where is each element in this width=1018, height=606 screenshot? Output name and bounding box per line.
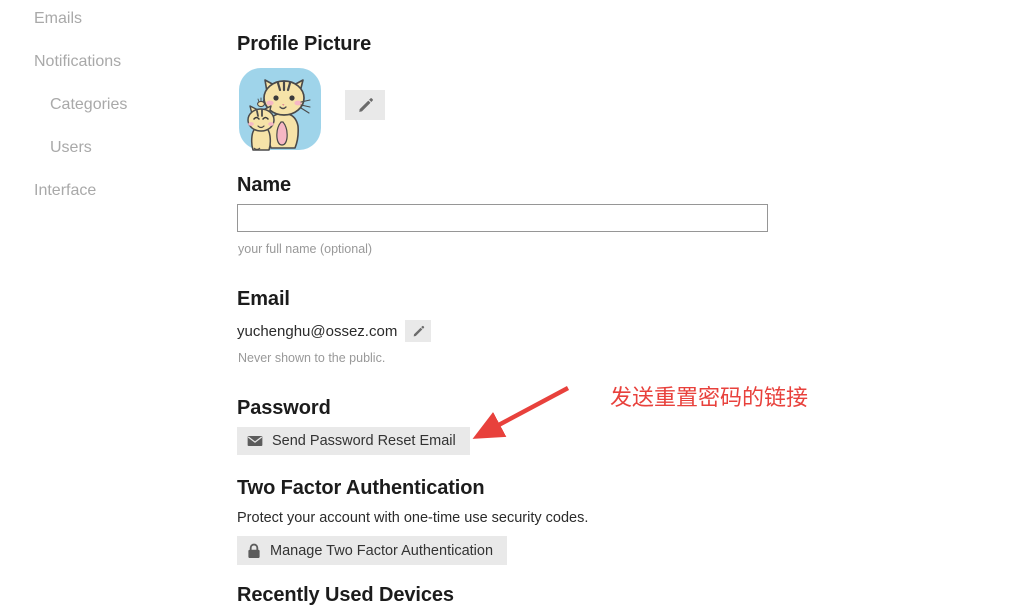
pencil-icon	[413, 325, 424, 336]
email-hint: Never shown to the public.	[238, 351, 386, 365]
edit-profile-picture-button[interactable]	[345, 90, 385, 120]
avatar-row	[237, 66, 385, 152]
sidebar-item-emails[interactable]: Emails	[0, 11, 82, 27]
profile-picture-heading: Profile Picture	[237, 33, 372, 55]
two-factor-description: Protect your account with one-time use s…	[237, 510, 589, 526]
name-input[interactable]	[237, 204, 768, 232]
name-hint: your full name (optional)	[238, 242, 373, 256]
sidebar-item-interface[interactable]: Interface	[0, 183, 96, 199]
sidebar-item-notifications[interactable]: Notifications	[0, 54, 121, 70]
send-password-reset-email-button[interactable]: Send Password Reset Email	[237, 427, 470, 455]
name-heading: Name	[237, 174, 292, 196]
pencil-icon	[358, 97, 373, 112]
send-password-reset-email-label: Send Password Reset Email	[272, 433, 456, 449]
manage-two-factor-authentication-button[interactable]: Manage Two Factor Authentication	[237, 536, 508, 565]
annotation-arrow	[472, 386, 570, 439]
two-factor-heading: Two Factor Authentication	[237, 477, 485, 499]
avatar[interactable]	[237, 66, 323, 152]
recently-used-devices-heading: Recently Used Devices	[237, 584, 454, 606]
edit-email-button[interactable]	[405, 320, 432, 342]
email-heading: Email	[237, 288, 290, 310]
sidebar-item-users[interactable]: Users	[0, 140, 92, 156]
lock-icon	[247, 543, 261, 559]
email-row: yuchenghu@ossez.com	[237, 320, 432, 342]
email-value: yuchenghu@ossez.com	[237, 322, 398, 340]
sidebar-item-categories[interactable]: Categories	[0, 97, 127, 113]
envelope-icon	[247, 435, 263, 447]
sidebar: Emails Notifications Categories Users In…	[0, 0, 225, 601]
password-heading: Password	[237, 397, 331, 419]
annotation-text: 发送重置密码的链接	[610, 386, 809, 411]
manage-two-factor-authentication-label: Manage Two Factor Authentication	[270, 542, 494, 559]
